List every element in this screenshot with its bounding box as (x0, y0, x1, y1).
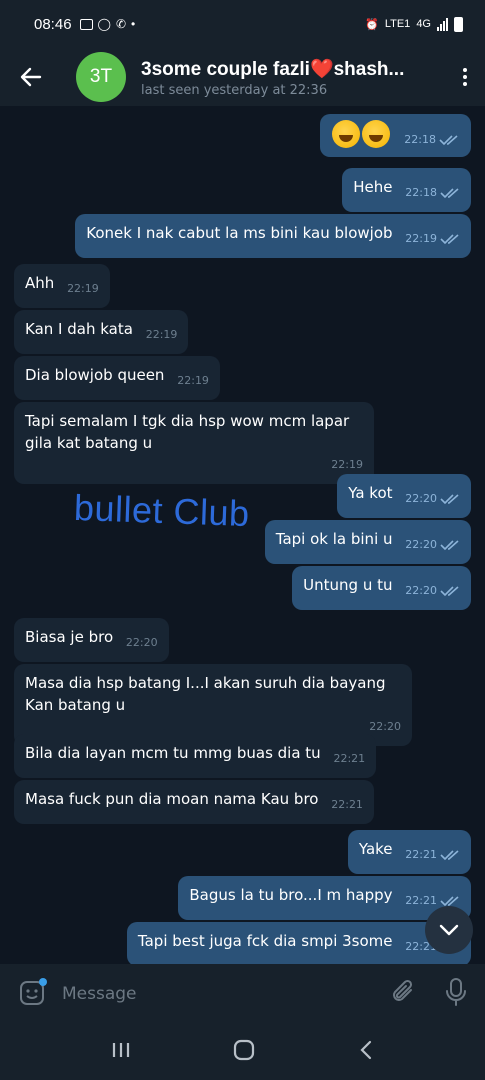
message-bubble-5[interactable]: Dia blowjob queen 22:19 (14, 356, 220, 400)
message-bubble-1[interactable]: Hehe 22:18 (342, 168, 471, 212)
message-time: 22:20 (405, 492, 437, 505)
message-text: Ahh (25, 274, 55, 292)
message-bubble-10[interactable]: Biasa je bro 22:20 (14, 618, 169, 662)
message-time: 22:18 (404, 132, 436, 146)
sweat-smile-emoji-icon (331, 120, 360, 148)
nav-home-button[interactable] (232, 1038, 256, 1066)
sticker-icon (20, 978, 47, 1005)
message-bubble-4[interactable]: Kan I dah kata 22:19 (14, 310, 189, 354)
nav-back-button[interactable] (357, 1039, 375, 1065)
avatar[interactable]: 3T (76, 52, 126, 102)
message-bubble-12[interactable]: Bila dia layan mcm tu mmg buas dia tu 22… (14, 734, 377, 778)
message-text: Masa dia hsp batang I...I akan suruh dia… (25, 674, 386, 714)
message-bubble-2[interactable]: Konek I nak cabut la ms bini kau blowjob… (75, 214, 471, 258)
message-time: 22:21 (405, 848, 437, 861)
message-bubble-9[interactable]: Untung u tu 22:20 (292, 566, 471, 610)
message-time: 22:19 (405, 232, 437, 245)
chat-title-block[interactable]: 3some couple fazli❤️shash... last seen y… (141, 57, 441, 98)
message-text: Hehe (353, 178, 393, 196)
nav-back-icon (360, 1040, 371, 1060)
message-text: Yake (358, 840, 393, 858)
message-bubble-15[interactable]: Bagus la tu bro...I m happy 22:21 (178, 876, 471, 920)
system-nav-bar (0, 1024, 485, 1080)
message-time: 22:21 (333, 752, 366, 765)
message-text: Tapi best juga fck dia smpi 3some (137, 932, 393, 950)
message-input[interactable] (62, 984, 362, 1004)
message-time: 22:21 (405, 894, 437, 907)
net-gen-label: 4G (416, 18, 431, 30)
call-icon: ✆ (115, 17, 127, 31)
status-notification-icons: ◯ ✆ • (79, 17, 136, 31)
message-text: Bagus la tu bro...I m happy (189, 886, 393, 904)
mic-icon (446, 978, 466, 1006)
message-time: 22:19 (67, 282, 99, 295)
alarm-icon: ⏰ (365, 18, 379, 31)
status-system-icons: ⏰ LTE1 4G (365, 16, 463, 32)
watermark-text: bullet Club (73, 486, 251, 535)
chat-header: 3T 3some couple fazli❤️shash... last see… (0, 48, 485, 106)
sweat-smile-emoji-icon (361, 120, 390, 148)
double-check-icon (440, 850, 459, 861)
double-check-icon (440, 494, 459, 505)
double-check-icon (440, 540, 459, 551)
message-time: 22:20 (405, 584, 437, 597)
nav-recents-button[interactable] (110, 1040, 132, 1064)
back-arrow-icon (20, 67, 42, 87)
back-button[interactable] (0, 48, 62, 106)
message-bubble-8[interactable]: Tapi ok la bini u 22:20 (264, 520, 471, 564)
message-text: Bila dia layan mcm tu mmg buas dia tu (25, 744, 321, 762)
message-text: Dia blowjob queen (25, 366, 165, 384)
message-composer (0, 964, 485, 1024)
message-text: Tapi semalam I tgk dia hsp wow mcm lapar… (25, 412, 350, 452)
message-text: Kan I dah kata (25, 320, 133, 338)
message-time: 22:21 (331, 798, 363, 811)
nav-recents-icon (113, 1043, 130, 1057)
last-seen: last seen yesterday at 22:36 (141, 82, 328, 98)
scroll-down-button[interactable] (425, 906, 473, 954)
message-time: 22:20 (125, 636, 158, 649)
message-list[interactable]: 22:18 Hehe 22:18 Konek I nak cabut la ms… (0, 106, 485, 964)
message-bubble-16[interactable]: Tapi best juga fck dia smpi 3some 22:21 (126, 922, 471, 964)
mic-button[interactable] (445, 977, 467, 1011)
status-time: 08:46 (34, 15, 72, 33)
battery-icon (454, 16, 463, 32)
message-time: 22:19 (145, 328, 178, 341)
message-text: Untung u tu (303, 576, 393, 594)
message-bubble-7[interactable]: Ya kot 22:20 (337, 474, 471, 518)
dot-icon: • (131, 17, 136, 31)
more-vert-icon[interactable] (445, 48, 485, 106)
message-time: 22:19 (331, 458, 363, 471)
attach-icon (393, 979, 413, 1001)
message-bubble-3[interactable]: Ahh 22:19 (14, 264, 110, 308)
message-time: 22:19 (177, 374, 209, 387)
double-check-icon (440, 234, 459, 245)
signal-icon (437, 17, 448, 31)
double-check-icon (439, 134, 458, 145)
chat-title: 3some couple fazli❤️shash... (141, 58, 405, 80)
message-text: Ya kot (348, 484, 393, 502)
message-bubble-0[interactable]: 22:18 (319, 114, 471, 157)
double-check-icon (440, 586, 459, 597)
message-bubble-14[interactable]: Yake 22:21 (347, 830, 471, 874)
status-bar: 08:46 ◯ ✆ • ⏰ LTE1 4G (0, 0, 485, 48)
attach-button[interactable] (391, 978, 417, 1010)
whatsapp-icon: ◯ (97, 17, 111, 31)
network-label: LTE1 (384, 18, 411, 30)
double-check-icon (440, 188, 459, 199)
message-bubble-6[interactable]: Tapi semalam I tgk dia hsp wow mcm lapar… (14, 402, 374, 484)
message-text: Masa fuck pun dia moan nama Kau bro (25, 790, 319, 808)
message-text: Tapi ok la bini u (275, 530, 393, 548)
gallery-icon (79, 18, 93, 30)
message-time: 22:20 (405, 538, 437, 551)
message-time: 22:18 (405, 186, 437, 199)
message-time: 22:20 (369, 720, 401, 733)
message-text: Biasa je bro (25, 628, 114, 646)
nav-home-icon (234, 1039, 255, 1061)
sticker-button[interactable] (18, 977, 48, 1011)
chevron-down-icon (439, 924, 459, 936)
message-text: Konek I nak cabut la ms bini kau blowjob (86, 224, 393, 242)
message-bubble-13[interactable]: Masa fuck pun dia moan nama Kau bro 22:2… (14, 780, 374, 824)
